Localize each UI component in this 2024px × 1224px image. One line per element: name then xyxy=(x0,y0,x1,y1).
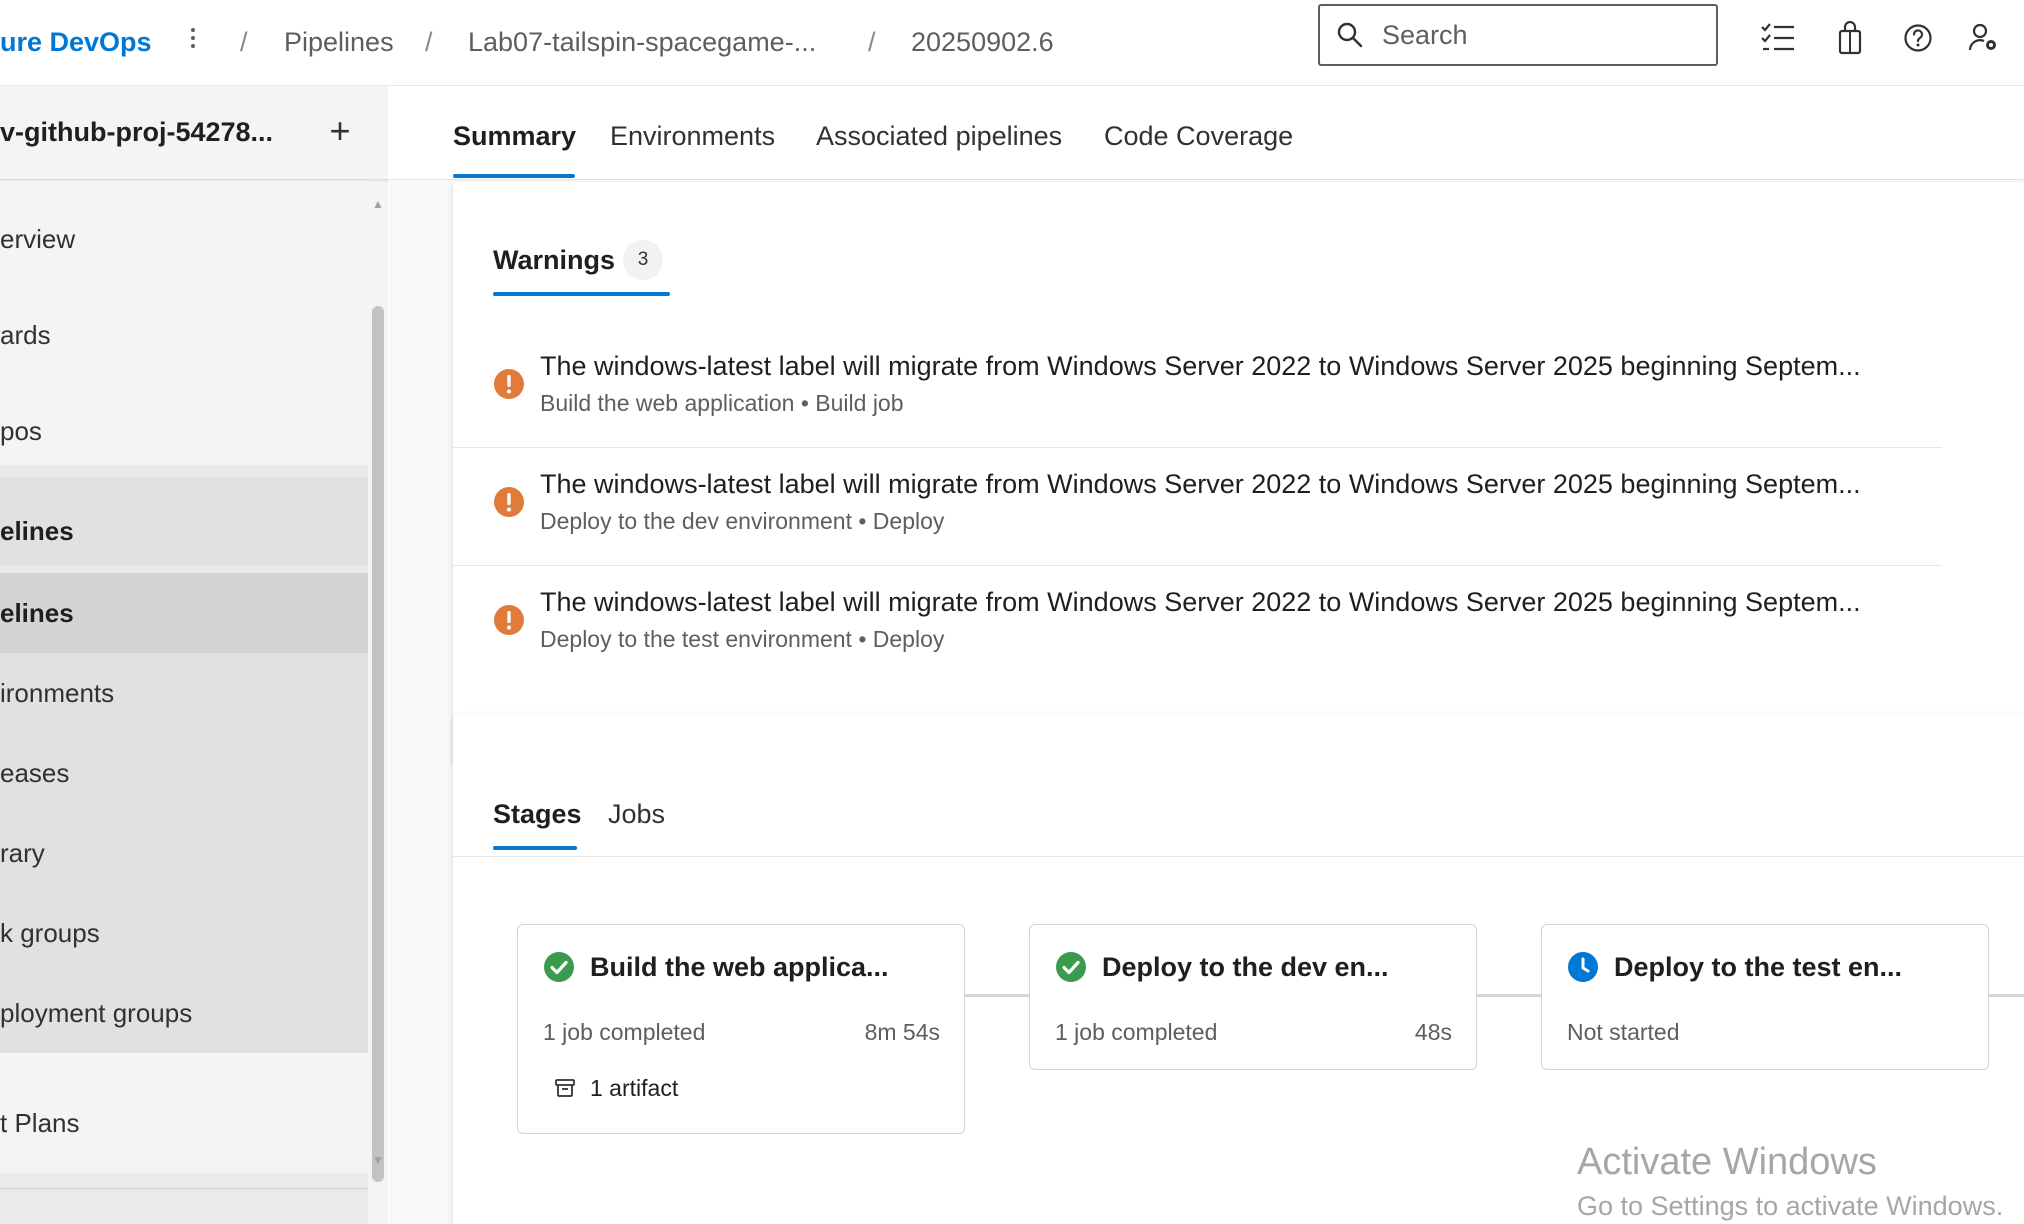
warnings-tab-indicator xyxy=(493,292,670,296)
stage-job-status: Not started xyxy=(1567,1019,1680,1045)
warning-source: Build the web application • Build job xyxy=(540,390,904,416)
stage-title: Deploy to the test en... xyxy=(1614,952,1903,982)
search-icon xyxy=(1337,22,1363,48)
stage-card-deploy-test[interactable]: Deploy to the test en... Not started xyxy=(1541,924,1989,1070)
warnings-card: Warnings 3 The windows-latest label will… xyxy=(453,182,2024,764)
tab-associated-pipelines[interactable]: Associated pipelines xyxy=(816,116,1062,156)
stage-job-status: 1 job completed xyxy=(543,1019,706,1045)
stage-duration: 8m 54s xyxy=(864,1019,940,1045)
search-box[interactable] xyxy=(1318,4,1718,66)
tab-summary-indicator xyxy=(453,174,575,178)
artifact-link[interactable]: 1 artifact xyxy=(554,1073,678,1103)
tab-environments[interactable]: Environments xyxy=(610,116,775,156)
warning-message: The windows-latest label will migrate fr… xyxy=(540,469,1861,499)
tab-summary[interactable]: Summary xyxy=(453,116,576,156)
search-input[interactable] xyxy=(1382,19,1702,51)
more-options-icon[interactable] xyxy=(180,18,206,58)
nav-item-overview[interactable]: erview xyxy=(0,199,368,279)
stages-divider xyxy=(453,856,2024,857)
shopping-bag-icon[interactable] xyxy=(1830,18,1870,58)
scroll-up-icon[interactable]: ▲ xyxy=(370,196,386,212)
tab-stages[interactable]: Stages xyxy=(493,794,582,834)
warning-row[interactable]: The windows-latest label will migrate fr… xyxy=(453,566,1942,684)
project-name[interactable]: v-github-proj-54278... xyxy=(0,112,273,152)
project-header: v-github-proj-54278... + xyxy=(0,86,388,180)
add-icon[interactable]: + xyxy=(324,112,356,152)
task-list-icon[interactable] xyxy=(1758,18,1798,58)
run-tabs: Summary Environments Associated pipeline… xyxy=(389,86,2024,180)
stage-card-build[interactable]: Build the web applica... 1 job completed… xyxy=(517,924,965,1134)
nav-item-test-plans[interactable]: t Plans xyxy=(0,1053,368,1173)
warnings-count-badge: 3 xyxy=(623,240,663,280)
stage-job-status: 1 job completed xyxy=(1055,1019,1218,1045)
warning-row[interactable]: The windows-latest label will migrate fr… xyxy=(453,330,1942,448)
nav-item-library[interactable]: rary xyxy=(0,813,368,893)
stage-duration: 48s xyxy=(1414,1019,1452,1045)
main-content: Summary Environments Associated pipeline… xyxy=(389,86,2024,1224)
stage-connector xyxy=(1477,994,1541,997)
nav-item-pipelines-group[interactable]: elines xyxy=(0,477,368,565)
help-icon[interactable] xyxy=(1898,18,1938,58)
stage-connector xyxy=(1989,994,2024,997)
nav-item-task-groups[interactable]: k groups xyxy=(0,893,368,973)
success-check-icon xyxy=(544,952,574,982)
nav-item-releases[interactable]: eases xyxy=(0,733,368,813)
activation-watermark-subtitle: Go to Settings to activate Windows. xyxy=(1577,1191,2004,1221)
brand-name[interactable]: ure DevOps xyxy=(0,22,152,62)
nav-item-deployment-groups[interactable]: ployment groups xyxy=(0,973,368,1053)
nav-item-environments[interactable]: ironments xyxy=(0,653,368,733)
warning-message: The windows-latest label will migrate fr… xyxy=(540,351,1861,381)
breadcrumb-pipeline-name[interactable]: Lab07-tailspin-spacegame-... xyxy=(468,22,816,62)
nav-scrollbar-thumb[interactable] xyxy=(372,306,384,1182)
warning-icon xyxy=(494,369,524,399)
stage-title: Deploy to the dev en... xyxy=(1102,952,1389,982)
artifact-icon xyxy=(555,1079,575,1097)
breadcrumb-separator: / xyxy=(868,27,876,57)
warning-source: Deploy to the dev environment • Deploy xyxy=(540,508,945,534)
breadcrumb-pipelines[interactable]: Pipelines xyxy=(284,22,394,62)
scroll-down-icon[interactable]: ▼ xyxy=(370,1152,386,1168)
stage-title: Build the web applica... xyxy=(590,952,889,982)
left-navigation: v-github-proj-54278... + erview ards pos… xyxy=(0,86,388,1224)
user-settings-icon[interactable] xyxy=(1964,18,2004,58)
stage-card-deploy-dev[interactable]: Deploy to the dev en... 1 job completed … xyxy=(1029,924,1477,1070)
artifact-label: 1 artifact xyxy=(590,1075,679,1101)
nav-item-pipelines[interactable]: elines xyxy=(0,573,368,653)
warning-message: The windows-latest label will migrate fr… xyxy=(540,587,1861,617)
stage-connector xyxy=(965,994,1029,997)
tab-jobs[interactable]: Jobs xyxy=(608,794,665,834)
nav-item-repos[interactable]: pos xyxy=(0,391,368,471)
warnings-tab[interactable]: Warnings xyxy=(493,240,615,280)
nav-item-boards[interactable]: ards xyxy=(0,295,368,375)
breadcrumb-run-number[interactable]: 20250902.6 xyxy=(911,22,1054,62)
tab-code-coverage[interactable]: Code Coverage xyxy=(1104,116,1293,156)
warning-icon xyxy=(494,605,524,635)
breadcrumb-separator: / xyxy=(240,27,248,57)
warning-row[interactable]: The windows-latest label will migrate fr… xyxy=(453,448,1942,566)
top-header: ure DevOps / Pipelines / Lab07-tailspin-… xyxy=(0,0,2024,86)
success-check-icon xyxy=(1056,952,1086,982)
tab-stages-indicator xyxy=(493,846,577,850)
warning-icon xyxy=(494,487,524,517)
nav-divider xyxy=(0,1188,368,1189)
breadcrumb-separator: / xyxy=(425,27,433,57)
warning-source: Deploy to the test environment • Deploy xyxy=(540,626,945,652)
pending-clock-icon xyxy=(1568,952,1598,982)
activation-watermark-title: Activate Windows xyxy=(1577,1141,1877,1183)
